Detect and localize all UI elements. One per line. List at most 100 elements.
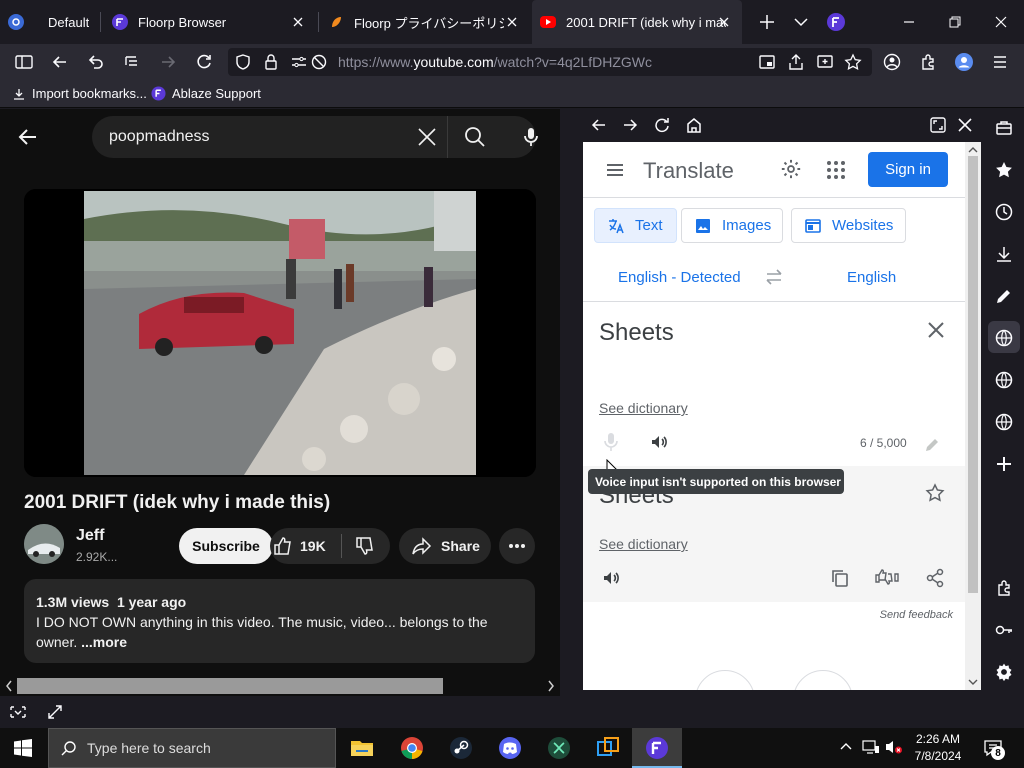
web-panel-globe-icon[interactable] [994,370,1014,390]
volume-muted-icon[interactable] [885,739,903,755]
reload-icon[interactable] [194,52,214,72]
close-tab-icon[interactable] [290,14,306,30]
apps-grid-icon[interactable] [826,160,846,180]
hamburger-menu-icon[interactable] [990,52,1010,72]
minimize-icon[interactable] [899,12,919,32]
taskbar-search-box[interactable]: Type here to search [48,728,336,768]
tree-style-tab-icon[interactable] [122,52,142,72]
bookmarks-star-icon[interactable] [994,160,1014,180]
bookmark-star-icon[interactable] [844,53,862,71]
network-icon[interactable] [862,739,880,755]
listen-translation-speaker-icon[interactable] [601,568,621,588]
steam-icon[interactable] [449,736,473,760]
discord-icon[interactable] [498,736,522,760]
youtube-search-box[interactable]: poopmadness [92,116,536,158]
send-feedback-link[interactable]: Send feedback [880,609,953,621]
addons-puzzle-icon[interactable] [994,578,1014,598]
dislike-icon[interactable] [354,535,376,557]
settings-gear-icon[interactable] [780,158,802,180]
source-text-input[interactable]: Sheets [599,319,674,347]
listen-source-speaker-icon[interactable] [649,432,669,452]
see-dictionary-link[interactable]: See dictionary [599,400,688,416]
panel-forward-icon[interactable] [621,116,639,134]
fullscreen-toggle-icon[interactable] [46,703,64,721]
new-tab-icon[interactable] [757,12,777,32]
chevron-down-icon[interactable] [791,12,811,32]
clear-source-icon[interactable] [926,320,946,340]
more-actions-button[interactable] [499,528,535,564]
subscribe-button[interactable]: Subscribe [179,528,273,564]
passwords-key-icon[interactable] [994,620,1014,640]
sign-in-button[interactable]: Sign in [868,152,948,187]
extensions-icon[interactable] [918,52,938,72]
undo-close-tab-icon[interactable] [86,52,106,72]
profile-avatar-icon[interactable] [954,52,974,72]
edit-pencil-icon[interactable] [924,437,940,453]
voice-input-microphone-icon[interactable] [602,432,620,452]
chrome-icon[interactable] [400,736,424,760]
web-panel-globe-icon[interactable] [994,412,1014,432]
panel-scrollbar[interactable] [965,142,981,690]
show-more-link[interactable]: ...more [81,634,127,650]
autoplay-blocked-icon[interactable] [310,53,328,71]
forward-icon[interactable] [158,52,178,72]
account-icon[interactable] [882,52,902,72]
mode-text-tab[interactable]: Text [594,208,677,243]
close-tab-icon[interactable] [716,14,732,30]
web-panel-add-icon[interactable] [816,53,834,71]
save-translation-star-icon[interactable] [925,483,945,503]
screenshot-tool-icon[interactable] [9,703,27,721]
swap-languages-icon[interactable] [763,268,785,286]
share-button[interactable]: Share [399,528,491,564]
share-page-icon[interactable] [787,53,805,71]
saved-circle-button[interactable] [793,670,853,690]
bookmark-ablaze-support[interactable]: Ablaze Support [151,86,261,101]
back-arrow-icon[interactable] [17,126,39,148]
microphone-icon[interactable] [520,126,542,148]
see-dictionary-link-output[interactable]: See dictionary [599,536,688,552]
tab-workspace-default[interactable]: Default [0,0,100,44]
tracking-protection-icon[interactable] [234,53,252,71]
mode-images-tab[interactable]: Images [681,208,783,243]
windows-start-icon[interactable] [14,739,32,757]
floorp-menu-icon[interactable] [826,12,846,32]
vertical-scrollbar[interactable] [558,109,560,696]
search-query[interactable]: poopmadness [109,128,210,146]
url-text[interactable]: https://www.youtube.com/watch?v=4q2LfDHZ… [338,54,652,70]
toolbox-icon[interactable] [994,118,1014,138]
panel-home-icon[interactable] [685,116,703,134]
file-explorer-icon[interactable] [350,736,374,760]
back-icon[interactable] [50,52,70,72]
close-tab-icon[interactable] [504,14,520,30]
search-icon[interactable] [464,126,486,148]
channel-avatar[interactable] [24,524,64,564]
picture-in-picture-icon[interactable] [758,53,776,71]
history-circle-button[interactable] [695,670,755,690]
horizontal-scrollbar[interactable] [0,676,560,696]
close-window-icon[interactable] [991,12,1011,32]
target-language[interactable]: English [847,269,896,286]
permissions-icon[interactable] [290,53,308,71]
panel-close-icon[interactable] [956,116,974,134]
downloads-icon[interactable] [994,244,1014,264]
tab-floorp-privacy[interactable]: Floorp プライバシーポリシー [320,0,530,44]
web-panel-globe-icon[interactable] [994,328,1014,348]
copy-translation-icon[interactable] [830,568,850,588]
url-bar[interactable]: https://www.youtube.com/watch?v=4q2LfDHZ… [228,48,872,76]
main-menu-icon[interactable] [605,160,625,180]
snipping-tool-icon[interactable] [596,736,620,760]
panel-expand-icon[interactable] [929,116,947,134]
sidebar-toggle-icon[interactable] [14,52,34,72]
sidebar-settings-gear-icon[interactable] [994,662,1014,682]
notes-pen-icon[interactable] [994,286,1014,306]
video-player[interactable] [24,189,536,477]
floorp-taskbar-button[interactable] [632,728,682,768]
panel-back-icon[interactable] [590,116,608,134]
bookmark-import[interactable]: Import bookmarks... [12,86,147,101]
xbox-app-icon[interactable] [547,736,571,760]
chevron-up-icon[interactable] [839,740,853,754]
clear-search-icon[interactable] [417,127,437,147]
like-count[interactable]: 19K [300,538,326,554]
share-translation-icon[interactable] [925,568,945,588]
tab-floorp-browser[interactable]: Floorp Browser [104,0,316,44]
